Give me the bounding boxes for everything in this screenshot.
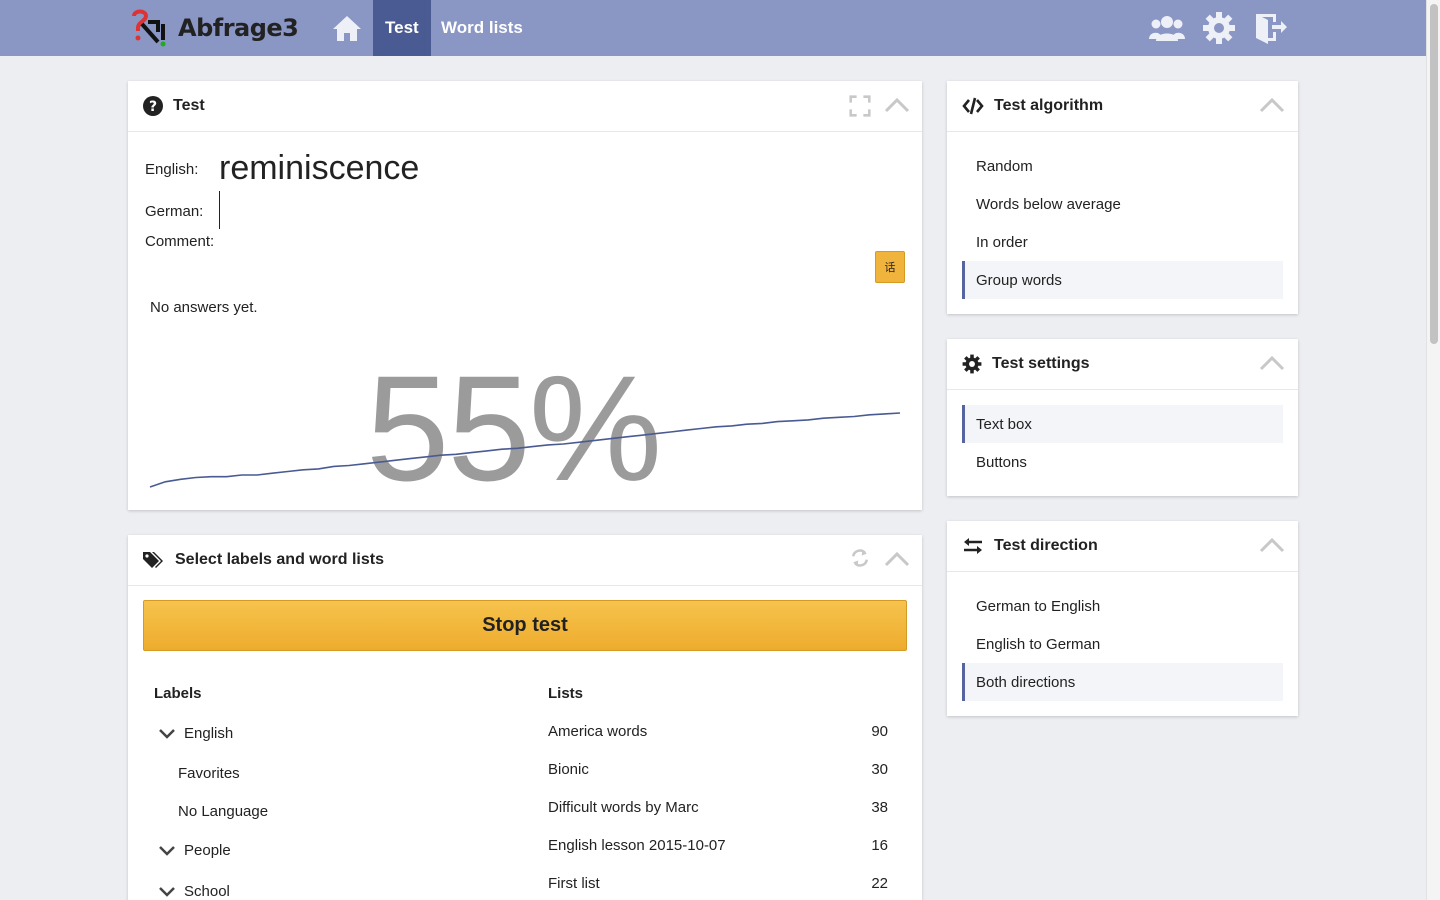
label-name: School <box>184 883 230 900</box>
settings-button[interactable] <box>1199 8 1239 48</box>
label-item-no-language[interactable]: No Language <box>178 803 268 820</box>
list-item[interactable]: Difficult words by Marc 38 <box>548 799 888 816</box>
list-item[interactable]: Bionic 30 <box>548 761 888 778</box>
list-count: 30 <box>871 761 888 778</box>
label-item-school[interactable]: School <box>158 883 230 900</box>
settings-options: Text box Buttons <box>947 390 1298 496</box>
option-words-below-average[interactable]: Words below average <box>962 185 1283 223</box>
scrollbar-thumb[interactable] <box>1430 4 1438 344</box>
option-in-order[interactable]: In order <box>962 223 1283 261</box>
list-count: 16 <box>871 837 888 854</box>
option-random[interactable]: Random <box>962 147 1283 185</box>
english-label: English: <box>145 161 199 178</box>
list-count: 22 <box>871 875 888 892</box>
label-name: Favorites <box>178 765 240 782</box>
question-word: reminiscence <box>219 149 420 187</box>
algorithm-options: Random Words below average In order Grou… <box>947 132 1298 314</box>
page-scrollbar[interactable] <box>1426 0 1440 900</box>
gear-icon <box>962 354 982 374</box>
list-name: Bionic <box>548 761 589 778</box>
logo-icon <box>128 8 172 48</box>
chevron-down-icon[interactable] <box>158 885 176 899</box>
tab-word-lists[interactable]: Word lists <box>429 0 535 56</box>
option-english-to-german[interactable]: English to German <box>962 625 1283 663</box>
swap-arrows-icon <box>964 538 982 554</box>
select-panel-title: Select labels and word lists <box>175 551 384 568</box>
option-buttons[interactable]: Buttons <box>962 443 1283 481</box>
option-group-words[interactable]: Group words <box>962 261 1283 299</box>
app-name: Abfrage3 <box>178 14 299 42</box>
settings-panel-header: Test settings <box>947 339 1298 390</box>
settings-panel-title: Test settings <box>992 355 1090 372</box>
option-text-box[interactable]: Text box <box>962 405 1283 443</box>
list-name: America words <box>548 723 648 740</box>
tab-test[interactable]: Test <box>373 0 431 56</box>
list-name: First list <box>548 875 600 892</box>
direction-panel-header: Test direction <box>947 521 1298 572</box>
list-name: Difficult words by Marc <box>548 799 699 816</box>
chevron-down-icon[interactable] <box>158 727 176 741</box>
label-name: English <box>184 725 234 742</box>
code-icon <box>962 97 984 115</box>
list-count: 38 <box>871 799 888 816</box>
progress-trend-line <box>149 412 901 488</box>
select-panel-header: Select labels and word lists <box>128 535 922 586</box>
option-both-directions[interactable]: Both directions <box>962 663 1283 701</box>
users-button[interactable] <box>1147 8 1187 48</box>
comment-label: Comment: <box>145 233 215 250</box>
test-panel: ? Test English: reminiscence German: Com… <box>128 81 922 510</box>
answer-input[interactable] <box>219 191 220 229</box>
collapse-select-icon[interactable] <box>884 549 910 571</box>
list-item[interactable]: English lesson 2015-10-07 16 <box>548 837 888 854</box>
question-circle-icon: ? <box>143 96 163 116</box>
label-item-people[interactable]: People <box>158 842 231 859</box>
label-item-favorites[interactable]: Favorites <box>178 765 240 782</box>
german-label: German: <box>145 203 204 220</box>
test-panel-body: English: reminiscence German: Comment: 话… <box>128 133 922 510</box>
logout-button[interactable] <box>1251 8 1291 48</box>
nav-home[interactable] <box>322 0 372 56</box>
special-characters-button[interactable]: 话 <box>875 251 905 283</box>
users-icon <box>1149 16 1185 41</box>
test-panel-header: ? Test <box>128 81 922 132</box>
direction-panel-title: Test direction <box>994 537 1098 554</box>
list-name: English lesson 2015-10-07 <box>548 837 726 854</box>
progress-trend-chart <box>149 412 901 488</box>
collapse-direction-icon[interactable] <box>1259 535 1285 557</box>
direction-options: German to English English to German Both… <box>947 572 1298 716</box>
select-panel: Select labels and word lists Stop test L… <box>128 535 922 900</box>
label-item-english[interactable]: English <box>158 725 233 742</box>
list-item[interactable]: America words 90 <box>548 723 888 740</box>
no-answers-text: No answers yet. <box>150 299 258 316</box>
home-icon <box>333 16 361 41</box>
labels-heading: Labels <box>154 685 202 702</box>
algorithm-panel-title: Test algorithm <box>994 97 1104 114</box>
chevron-down-icon[interactable] <box>158 844 176 858</box>
app-logo[interactable]: Abfrage3 <box>128 6 299 50</box>
label-name: No Language <box>178 803 269 820</box>
collapse-test-icon[interactable] <box>884 95 910 117</box>
stop-test-button[interactable]: Stop test <box>143 600 907 651</box>
list-item[interactable]: First list 22 <box>548 875 888 892</box>
svg-text:?: ? <box>149 99 157 115</box>
algorithm-panel-header: Test algorithm <box>947 81 1298 132</box>
direction-panel: Test direction German to English English… <box>947 521 1298 716</box>
settings-panel: Test settings Text box Buttons <box>947 339 1298 496</box>
tags-icon <box>143 552 163 568</box>
lists-heading: Lists <box>548 685 584 702</box>
label-name: People <box>184 842 231 859</box>
collapse-settings-icon[interactable] <box>1259 353 1285 375</box>
test-panel-title: Test <box>173 97 205 114</box>
logout-icon <box>1256 14 1287 44</box>
fullscreen-icon[interactable] <box>847 95 873 117</box>
list-count: 90 <box>871 723 888 740</box>
collapse-algorithm-icon[interactable] <box>1259 95 1285 117</box>
refresh-icon[interactable] <box>847 547 873 569</box>
top-navigation-bar: Abfrage3 Test Word lists <box>0 0 1426 56</box>
option-german-to-english[interactable]: German to English <box>962 587 1283 625</box>
gear-icon <box>1203 12 1235 44</box>
algorithm-panel: Test algorithm Random Words below averag… <box>947 81 1298 314</box>
